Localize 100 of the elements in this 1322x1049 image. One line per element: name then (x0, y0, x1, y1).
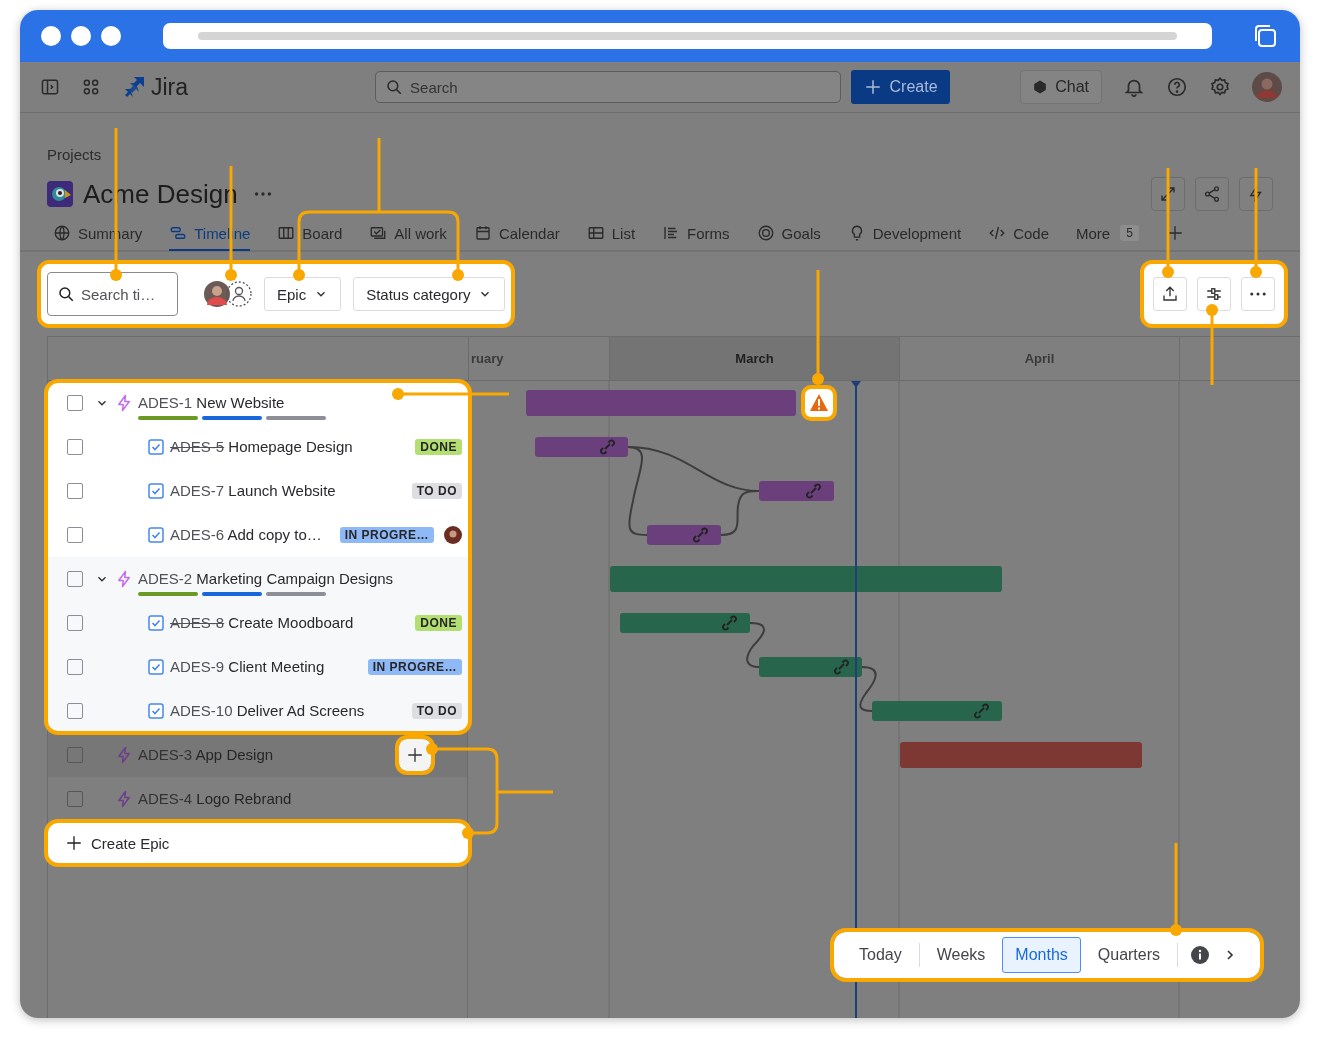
timeline-bar[interactable] (535, 437, 628, 457)
export-button[interactable] (1153, 277, 1187, 311)
task-icon (148, 659, 164, 675)
target-icon (756, 224, 775, 242)
checkbox[interactable] (67, 791, 83, 807)
link-icon (600, 439, 615, 455)
share-button[interactable] (1195, 177, 1229, 211)
timeline-bar[interactable] (759, 481, 834, 501)
status-lozenge: DONE (415, 615, 462, 631)
lightning-icon (115, 790, 133, 808)
plus-icon (406, 746, 424, 764)
issue-title[interactable]: ADES-7 Launch Website (170, 481, 336, 501)
status-lozenge: TO DO (411, 483, 462, 499)
create-button[interactable]: Create (851, 70, 951, 104)
breadcrumb[interactable]: Projects (47, 146, 1273, 164)
tab[interactable]: All work (369, 217, 447, 251)
info-icon[interactable] (1190, 945, 1211, 965)
issue-title[interactable]: ADES-10 Deliver Ad Screens (170, 701, 365, 721)
status-lozenge: DONE (415, 439, 462, 455)
link-icon (722, 615, 737, 631)
apps-grid-icon[interactable] (81, 77, 101, 97)
issue-title[interactable]: ADES-9 Client Meeting (170, 657, 325, 677)
search-field[interactable]: Search (375, 71, 842, 103)
table-icon (586, 224, 605, 242)
issue-title[interactable]: ADES-6 Add copy to… (170, 525, 322, 545)
board-icon (277, 224, 296, 242)
avatar-icon[interactable] (202, 279, 232, 309)
create-epic-button[interactable]: Create Epic (46, 821, 470, 865)
status-lozenge: IN PROGRE… (367, 659, 462, 675)
expand-icon (1159, 185, 1177, 203)
issue-title[interactable]: ADES-5 Homepage Design (170, 437, 353, 457)
checkbox[interactable] (67, 747, 83, 763)
sidebar-toggle-icon[interactable] (40, 77, 60, 97)
checkbox[interactable] (67, 615, 83, 631)
link-icon (834, 659, 849, 675)
filter-dropdown[interactable]: Epic (264, 277, 342, 311)
chat-button[interactable]: Chat (1020, 70, 1102, 104)
more-actions-button[interactable] (1241, 277, 1275, 311)
lightning-icon (115, 746, 133, 764)
project-icon (47, 181, 73, 207)
task-icon (148, 527, 164, 543)
dependency-line (746, 622, 765, 668)
globe-icon (53, 224, 71, 242)
count-badge: 5 (1120, 225, 1139, 241)
lightning-icon (115, 570, 133, 588)
more-tab[interactable]: More 5 (1076, 217, 1139, 251)
tab[interactable]: Code (988, 217, 1050, 251)
sliders-icon (1205, 285, 1223, 303)
task-icon (148, 483, 164, 499)
issue-title[interactable]: ADES-3 App Design (138, 745, 274, 765)
issue-title[interactable]: ADES-1 New Website (138, 393, 328, 413)
code-icon (988, 224, 1007, 242)
more-icon (1250, 292, 1266, 296)
unassigned-user-icon[interactable] (226, 281, 252, 307)
plus-icon (863, 78, 882, 96)
status-lozenge: TO DO (411, 703, 462, 719)
share-icon (1203, 185, 1221, 203)
task-icon (148, 439, 164, 455)
checkbox[interactable] (67, 439, 83, 455)
timeline-bar[interactable] (620, 613, 750, 633)
checkbox[interactable] (67, 571, 83, 587)
month-label: March (735, 351, 774, 366)
app-name: Jira (151, 73, 189, 101)
tab[interactable]: Board (277, 217, 343, 251)
checkbox[interactable] (67, 395, 83, 411)
link-icon (693, 527, 708, 543)
hexagon-icon (1033, 80, 1048, 94)
view-settings-button[interactable] (1197, 277, 1231, 311)
avatar-icon[interactable] (444, 526, 462, 544)
checkbox[interactable] (67, 703, 83, 719)
settings-icon[interactable] (1209, 76, 1231, 98)
timeline-bar[interactable] (759, 657, 862, 677)
scale-tab[interactable]: Months (1002, 937, 1081, 973)
warning-button[interactable] (801, 385, 837, 421)
search-field[interactable]: Search ti… (47, 272, 178, 316)
tab[interactable]: Calendar (473, 217, 560, 251)
timeline-bar[interactable] (647, 525, 721, 545)
timeline-bar[interactable] (872, 701, 1002, 721)
tab[interactable]: Development (847, 217, 962, 251)
month-label: April (1024, 351, 1055, 366)
window-controls-icon[interactable] (41, 26, 123, 46)
status-lozenge: IN PROGRE… (339, 527, 434, 543)
checkbox[interactable] (67, 527, 83, 543)
calendar-icon (473, 224, 492, 242)
today-button[interactable]: Today (846, 937, 915, 973)
scale-tab[interactable]: Quarters (1084, 937, 1174, 973)
issue-title[interactable]: ADES-4 Logo Rebrand (138, 789, 292, 809)
plus-icon (65, 834, 83, 852)
copy-icon[interactable] (1252, 23, 1278, 49)
dependency-line (859, 666, 877, 712)
checkbox[interactable] (67, 483, 83, 499)
task-icon (148, 615, 164, 631)
filter-dropdown[interactable]: Status category (353, 277, 506, 311)
checkbox[interactable] (67, 659, 83, 675)
issue-title[interactable]: ADES-8 Create Moodboard (170, 613, 354, 633)
scale-tab[interactable]: Weeks (923, 937, 999, 973)
help-icon[interactable] (1166, 76, 1188, 98)
tab[interactable]: Forms (662, 217, 730, 251)
tab[interactable]: Goals (756, 217, 821, 251)
tab[interactable]: List (586, 217, 636, 251)
